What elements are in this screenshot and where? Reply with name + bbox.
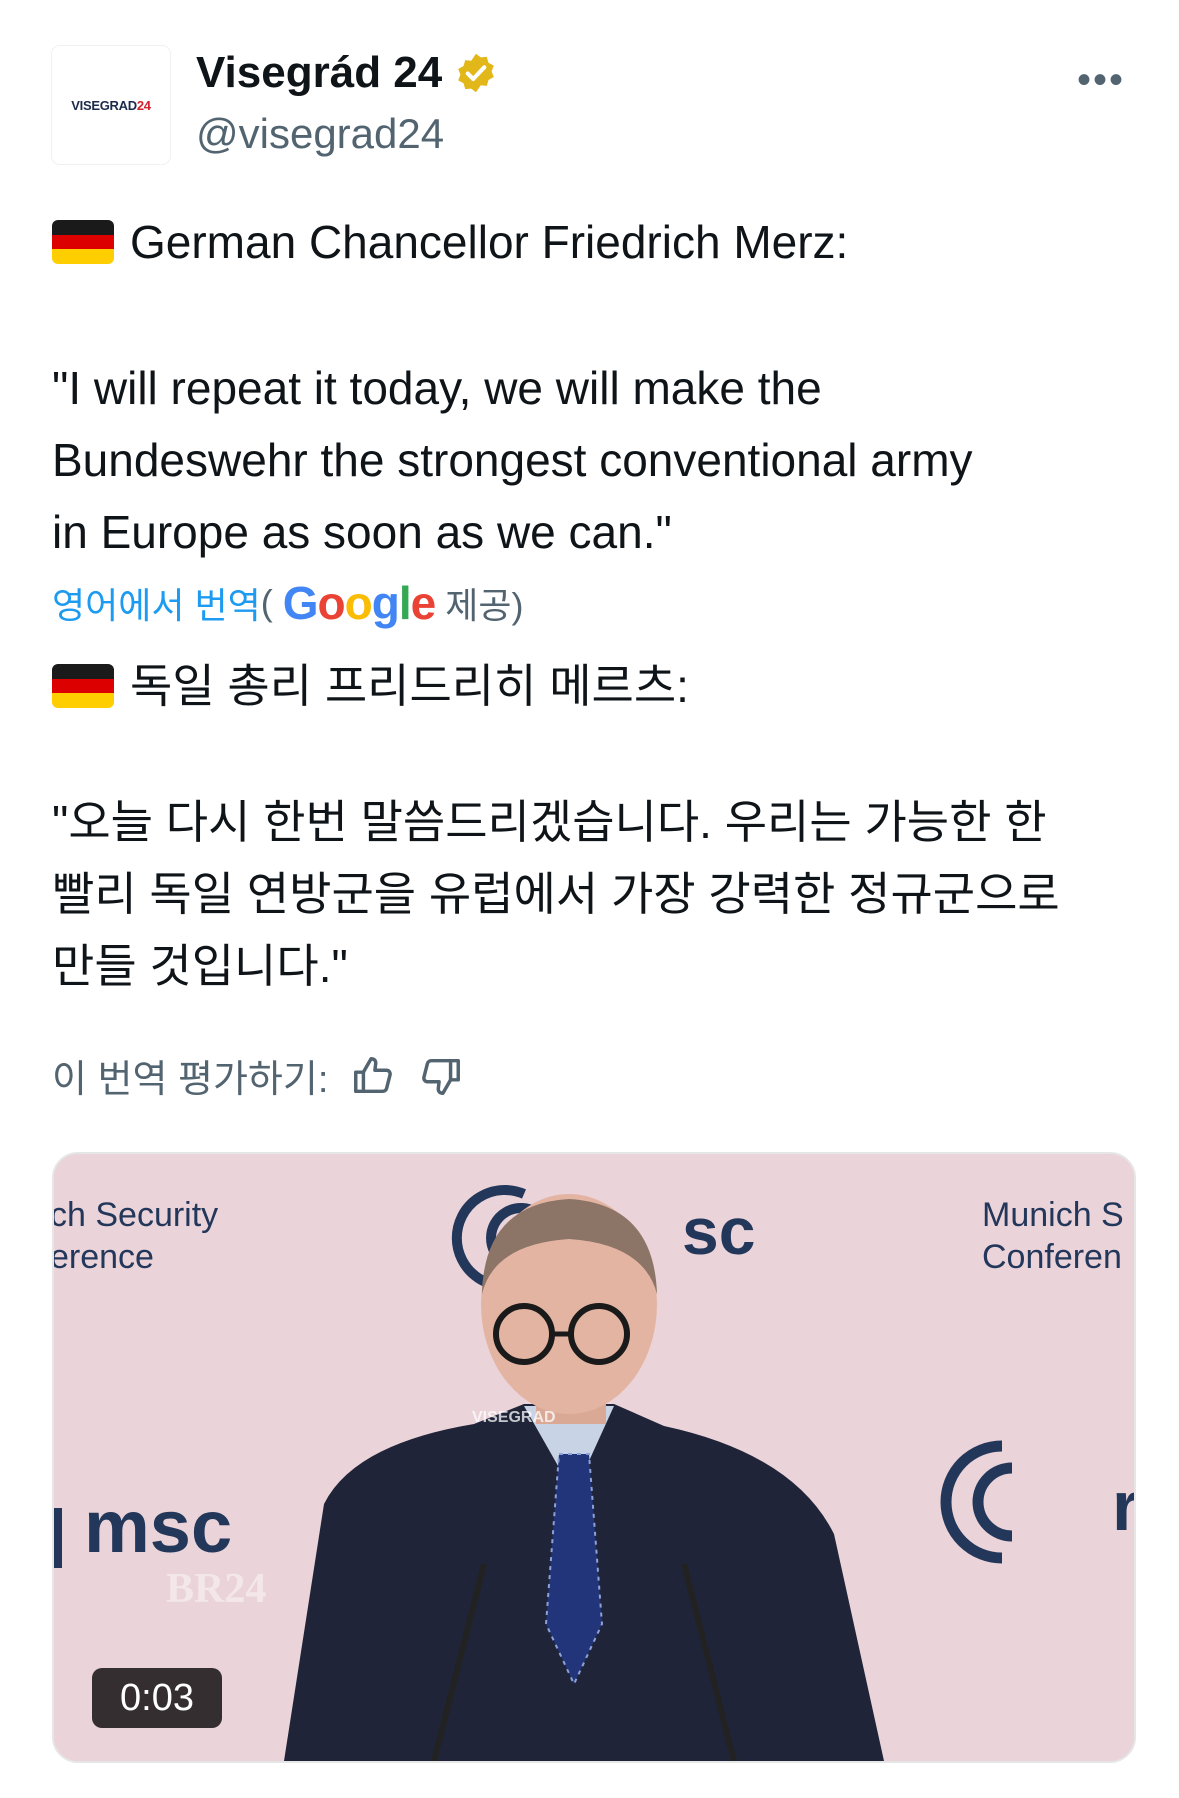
msc-logo-right-text: r bbox=[1112, 1467, 1134, 1545]
provided-label: 제공) bbox=[445, 585, 524, 626]
germany-flag-icon bbox=[52, 664, 114, 708]
channel-watermark: BR24 bbox=[166, 1566, 266, 1612]
germany-flag-icon bbox=[52, 220, 114, 264]
right-sign-text-line2: Conferen bbox=[982, 1238, 1122, 1276]
paren-open: ( bbox=[260, 582, 273, 623]
verified-badge-icon bbox=[458, 53, 495, 93]
video-watermark: VISEGRAD bbox=[472, 1409, 556, 1426]
translated-quote: "오늘 다시 한번 말씀드리겠습니다. 우리는 가능한 한 빨리 독일 연방군을… bbox=[52, 786, 1127, 1002]
original-quote-line: "I will repeat it today, we will make th… bbox=[52, 362, 822, 414]
left-sign-text-line2: erence bbox=[54, 1238, 154, 1276]
display-name[interactable]: Visegrád 24 bbox=[196, 48, 442, 98]
translated-quote-line: "오늘 다시 한번 말씀드리겠습니다. 우리는 가능한 한 bbox=[52, 796, 1047, 848]
thumbs-up-icon[interactable] bbox=[350, 1053, 396, 1099]
thumbs-down-icon[interactable] bbox=[418, 1053, 464, 1099]
translated-from-link[interactable]: 영어에서 번역 bbox=[52, 577, 261, 629]
original-quote-line: in Europe as soon as we can." bbox=[52, 506, 672, 558]
original-headline: German Chancellor Friedrich Merz: bbox=[52, 206, 1127, 278]
more-options-icon[interactable]: ••• bbox=[1077, 58, 1125, 103]
avatar-number: 24 bbox=[136, 97, 151, 113]
translated-headline-text: 독일 총리 프리드리히 메르츠: bbox=[130, 660, 689, 712]
left-sign-text-line1: ch Security bbox=[54, 1196, 218, 1234]
translated-headline: 독일 총리 프리드리히 메르츠: bbox=[52, 650, 1127, 722]
video-player[interactable]: ch Security erence Munich S Conferen sc … bbox=[52, 1152, 1136, 1763]
google-logo: Google bbox=[282, 577, 436, 629]
user-handle[interactable]: @visegrad24 bbox=[196, 110, 444, 158]
msc-logo-left-text: msc bbox=[84, 1485, 232, 1568]
rate-translation: 이 번역 평가하기: bbox=[52, 1048, 464, 1103]
original-headline-text: German Chancellor Friedrich Merz: bbox=[130, 216, 849, 268]
translation-attribution: 영어에서 번역 ( Google 제공) bbox=[52, 576, 523, 630]
right-sign-text-line1: Munich S bbox=[982, 1196, 1124, 1234]
rate-translation-label: 이 번역 평가하기: bbox=[52, 1059, 329, 1101]
translated-quote-line: 만들 것입니다." bbox=[52, 940, 348, 992]
author-row: Visegrád 24 bbox=[196, 48, 498, 98]
translated-quote-line: 빨리 독일 연방군을 유럽에서 가장 강력한 정규군으로 bbox=[52, 868, 1060, 920]
video-timestamp: 0:03 bbox=[92, 1668, 222, 1728]
original-quote: "I will repeat it today, we will make th… bbox=[52, 352, 1127, 568]
msc-logo-top-text: sc bbox=[682, 1194, 755, 1268]
original-quote-line: Bundeswehr the strongest conventional ar… bbox=[52, 434, 973, 486]
avatar-text: VISEGRAD bbox=[71, 97, 137, 113]
profile-avatar[interactable]: VISEGRAD24 bbox=[52, 46, 170, 164]
